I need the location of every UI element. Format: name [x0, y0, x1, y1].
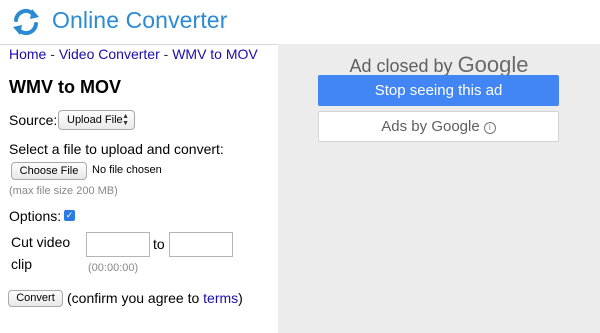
cut-video-label-line1: Cut video: [11, 234, 71, 250]
breadcrumb: Home - Video Converter - WMV to MOV: [9, 46, 258, 62]
source-select-value: Upload File: [67, 114, 123, 126]
no-file-chosen-text: No file chosen: [92, 164, 162, 176]
convert-button[interactable]: Convert: [8, 290, 63, 307]
breadcrumb-separator: -: [46, 46, 59, 62]
confirm-prefix: (confirm you agree to: [67, 290, 204, 306]
stop-seeing-ad-button[interactable]: Stop seeing this ad: [318, 75, 559, 106]
breadcrumb-current[interactable]: WMV to MOV: [172, 46, 258, 62]
convert-arrows-icon[interactable]: [10, 6, 42, 38]
options-checkbox[interactable]: ✓: [64, 210, 75, 221]
ads-by-google-button[interactable]: Ads by Google i: [318, 111, 559, 142]
site-title[interactable]: Online Converter: [52, 7, 227, 34]
choose-file-button[interactable]: Choose File: [11, 162, 87, 180]
to-label: to: [153, 236, 165, 252]
breadcrumb-separator: -: [159, 46, 173, 62]
breadcrumb-home[interactable]: Home: [9, 46, 46, 62]
select-arrows-icon: ▲ ▼: [122, 113, 129, 127]
max-file-size-note: (max file size 200 MB): [9, 185, 118, 197]
ad-panel: Ad closed by Google Stop seeing this ad …: [278, 44, 600, 333]
source-select[interactable]: Upload File ▲ ▼: [58, 110, 135, 130]
source-label: Source:: [9, 112, 58, 128]
google-wordmark: Google: [457, 52, 529, 77]
cut-video-label-line2: clip: [11, 256, 33, 272]
confirm-terms-text: (confirm you agree to terms): [67, 290, 243, 306]
page-title: WMV to MOV: [9, 77, 121, 97]
breadcrumb-video-converter[interactable]: Video Converter: [59, 46, 160, 62]
upload-prompt: Select a file to upload and convert:: [9, 141, 224, 157]
cut-end-input[interactable]: [169, 232, 233, 257]
options-label: Options:: [9, 208, 62, 224]
time-format-hint: (00:00:00): [88, 262, 139, 274]
ad-closed-label: Ad closed by: [349, 56, 453, 76]
cut-start-input[interactable]: [86, 232, 150, 257]
ads-by-google-label: Ads by Google: [381, 118, 480, 135]
confirm-suffix: ): [238, 290, 243, 306]
site-header: Online Converter: [0, 0, 600, 45]
info-icon: i: [483, 122, 496, 134]
terms-link[interactable]: terms: [203, 290, 238, 306]
